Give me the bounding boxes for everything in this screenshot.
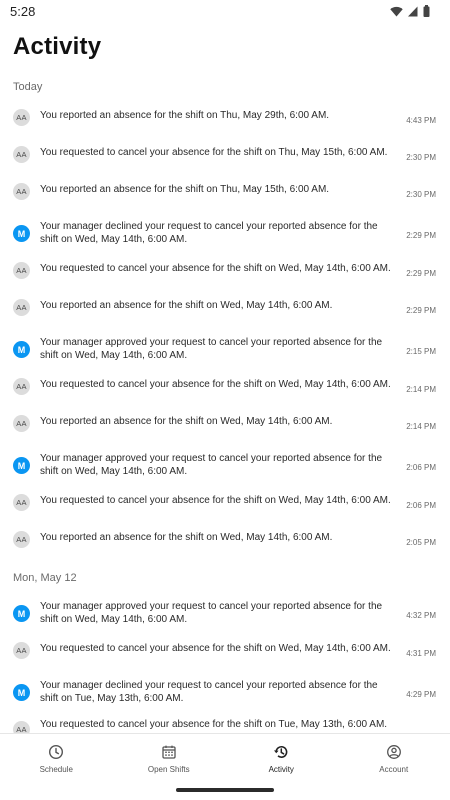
status-time: 5:28 [10, 4, 36, 19]
activity-item[interactable]: M Your manager approved your request to c… [0, 447, 450, 489]
user-avatar: AA [13, 262, 30, 279]
nav-label: Open Shifts [147, 765, 190, 774]
user-avatar: AA [13, 183, 30, 200]
activity-time: 4:43 PM [406, 116, 436, 125]
user-avatar: AA [13, 415, 30, 432]
activity-message: You requested to cancel your absence for… [40, 263, 391, 274]
clock-icon [49, 744, 64, 760]
activity-message: You requested to cancel your absence for… [40, 643, 391, 654]
calendar-icon [162, 745, 176, 759]
activity-item[interactable]: M Your manager declined your request to c… [0, 215, 450, 257]
activity-time: 2:14 PM [406, 422, 436, 431]
activity-time: 2:06 PM [406, 501, 436, 510]
page-title: Activity [13, 33, 102, 60]
activity-time: 2:05 PM [406, 538, 436, 547]
activity-item[interactable]: M Your manager approved your request to c… [0, 331, 450, 373]
activity-feed[interactable]: Today AA You reported an absence for the s… [0, 72, 450, 733]
activity-message: You reported an absence for the shift on… [40, 110, 330, 121]
bottom-nav: Schedule Open Shifts Activity Account [0, 733, 450, 781]
user-avatar: AA [13, 378, 30, 395]
activity-time: 2:29 PM [406, 231, 436, 240]
activity-message: You requested to cancel your absence for… [40, 719, 388, 730]
activity-message: You requested to cancel your absence for… [40, 495, 391, 506]
manager-avatar: M [13, 684, 30, 701]
activity-item[interactable]: AA You reported an absence for the shift … [0, 178, 450, 215]
user-avatar: AA [13, 299, 30, 316]
section-header: Mon, May 12 [13, 572, 77, 584]
user-avatar: AA [13, 531, 30, 548]
nav-tab-activity[interactable]: Activity [225, 734, 338, 781]
activity-message: Your manager approved your request to ca… [40, 453, 383, 477]
manager-avatar: M [13, 605, 30, 622]
activity-item[interactable]: AA You reported an absence for the shift … [0, 526, 450, 563]
history-icon [274, 746, 288, 758]
activity-message: Your manager declined your request to ca… [40, 221, 378, 245]
activity-time: 2:29 PM [406, 269, 436, 278]
activity-message: You reported an absence for the shift on… [40, 416, 333, 427]
activity-message: You reported an absence for the shift on… [40, 300, 333, 311]
activity-message: You reported an absence for the shift on… [40, 184, 330, 195]
nav-tab-open-shifts[interactable]: Open Shifts [113, 734, 226, 781]
nav-label: Account [379, 765, 409, 774]
activity-time: 2:15 PM [406, 347, 436, 356]
user-avatar: AA [13, 642, 30, 659]
activity-time: 2:14 PM [406, 385, 436, 394]
activity-item[interactable]: AA You reported an absence for the shift … [0, 294, 450, 331]
home-indicator [176, 788, 274, 792]
status-bar: 5:28 [0, 0, 450, 24]
nav-label: Schedule [39, 765, 73, 774]
activity-time: 4:31 PM [406, 649, 436, 658]
wifi-icon [390, 6, 403, 16]
activity-item[interactable]: AA You requested to cancel your absence f… [0, 637, 450, 674]
activity-item[interactable]: AA You requested to cancel your absence f… [0, 141, 450, 178]
manager-avatar: M [13, 341, 30, 358]
activity-item[interactable]: AA You reported an absence for the shift … [0, 104, 450, 141]
section-header: Today [13, 81, 43, 93]
activity-time: 2:06 PM [406, 463, 436, 472]
activity-message: Your manager approved your request to ca… [40, 601, 383, 625]
manager-avatar: M [13, 225, 30, 242]
activity-time: 2:29 PM [406, 306, 436, 315]
activity-message: You requested to cancel your absence for… [40, 379, 391, 390]
manager-avatar: M [13, 457, 30, 474]
activity-item[interactable]: AA You requested to cancel your absence f… [0, 373, 450, 410]
user-avatar: AA [13, 494, 30, 511]
nav-tab-schedule[interactable]: Schedule [0, 734, 113, 781]
user-avatar: AA [13, 146, 30, 163]
activity-item[interactable]: M Your manager approved your request to c… [0, 595, 450, 637]
activity-item[interactable]: AA You requested to cancel your absence f… [0, 489, 450, 526]
nav-label: Activity [268, 765, 294, 774]
activity-message: You requested to cancel your absence for… [40, 147, 388, 158]
activity-time: 2:30 PM [406, 153, 436, 162]
activity-item[interactable]: AA You reported an absence for the shift … [0, 410, 450, 447]
account-icon [386, 745, 401, 759]
activity-time: 2:30 PM [406, 190, 436, 199]
nav-tab-account[interactable]: Account [338, 734, 450, 781]
activity-item[interactable]: M Your manager declined your request to c… [0, 674, 450, 716]
user-avatar: AA [13, 109, 30, 126]
activity-message: You reported an absence for the shift on… [40, 532, 333, 543]
activity-message: Your manager declined your request to ca… [40, 680, 378, 704]
battery-icon [423, 5, 430, 17]
signal-icon [408, 6, 418, 16]
activity-item[interactable]: AA You requested to cancel your absence f… [0, 257, 450, 294]
activity-time: 4:32 PM [406, 611, 436, 620]
activity-item[interactable]: AA You requested to cancel your absence f… [0, 716, 450, 733]
user-avatar: AA [13, 721, 30, 733]
activity-time: 4:29 PM [406, 690, 436, 699]
activity-message: Your manager approved your request to ca… [40, 337, 383, 361]
status-icons [390, 5, 430, 17]
